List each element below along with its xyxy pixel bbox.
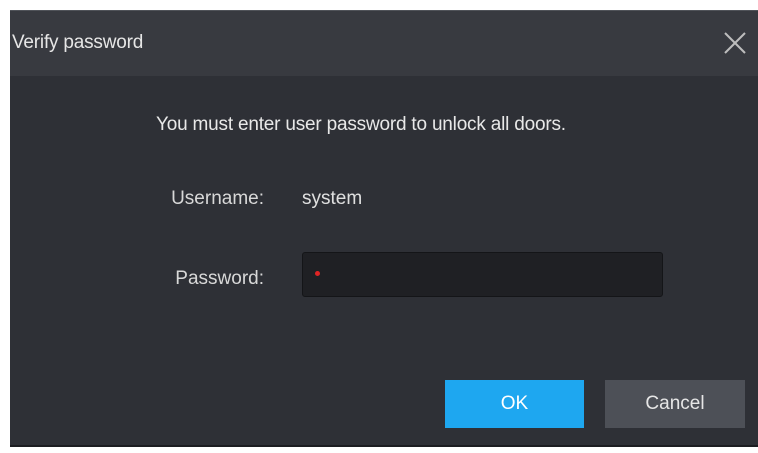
password-label: Password:	[175, 268, 264, 289]
verify-password-dialog: Verify password You must enter user pass…	[10, 10, 758, 446]
password-field[interactable]	[302, 252, 663, 298]
dialog-title: Verify password	[12, 32, 144, 53]
password-input[interactable]	[325, 253, 659, 298]
close-button[interactable]	[720, 28, 750, 58]
required-indicator	[315, 271, 320, 276]
ok-button[interactable]: OK	[445, 380, 584, 428]
username-label: Username:	[171, 188, 264, 209]
dialog-bottom-edge	[10, 445, 758, 447]
close-icon	[724, 32, 746, 54]
username-value: system	[302, 188, 363, 209]
unlock-message: You must enter user password to unlock a…	[156, 114, 566, 135]
cancel-button[interactable]: Cancel	[605, 380, 745, 428]
dialog-titlebar: Verify password	[10, 11, 758, 76]
